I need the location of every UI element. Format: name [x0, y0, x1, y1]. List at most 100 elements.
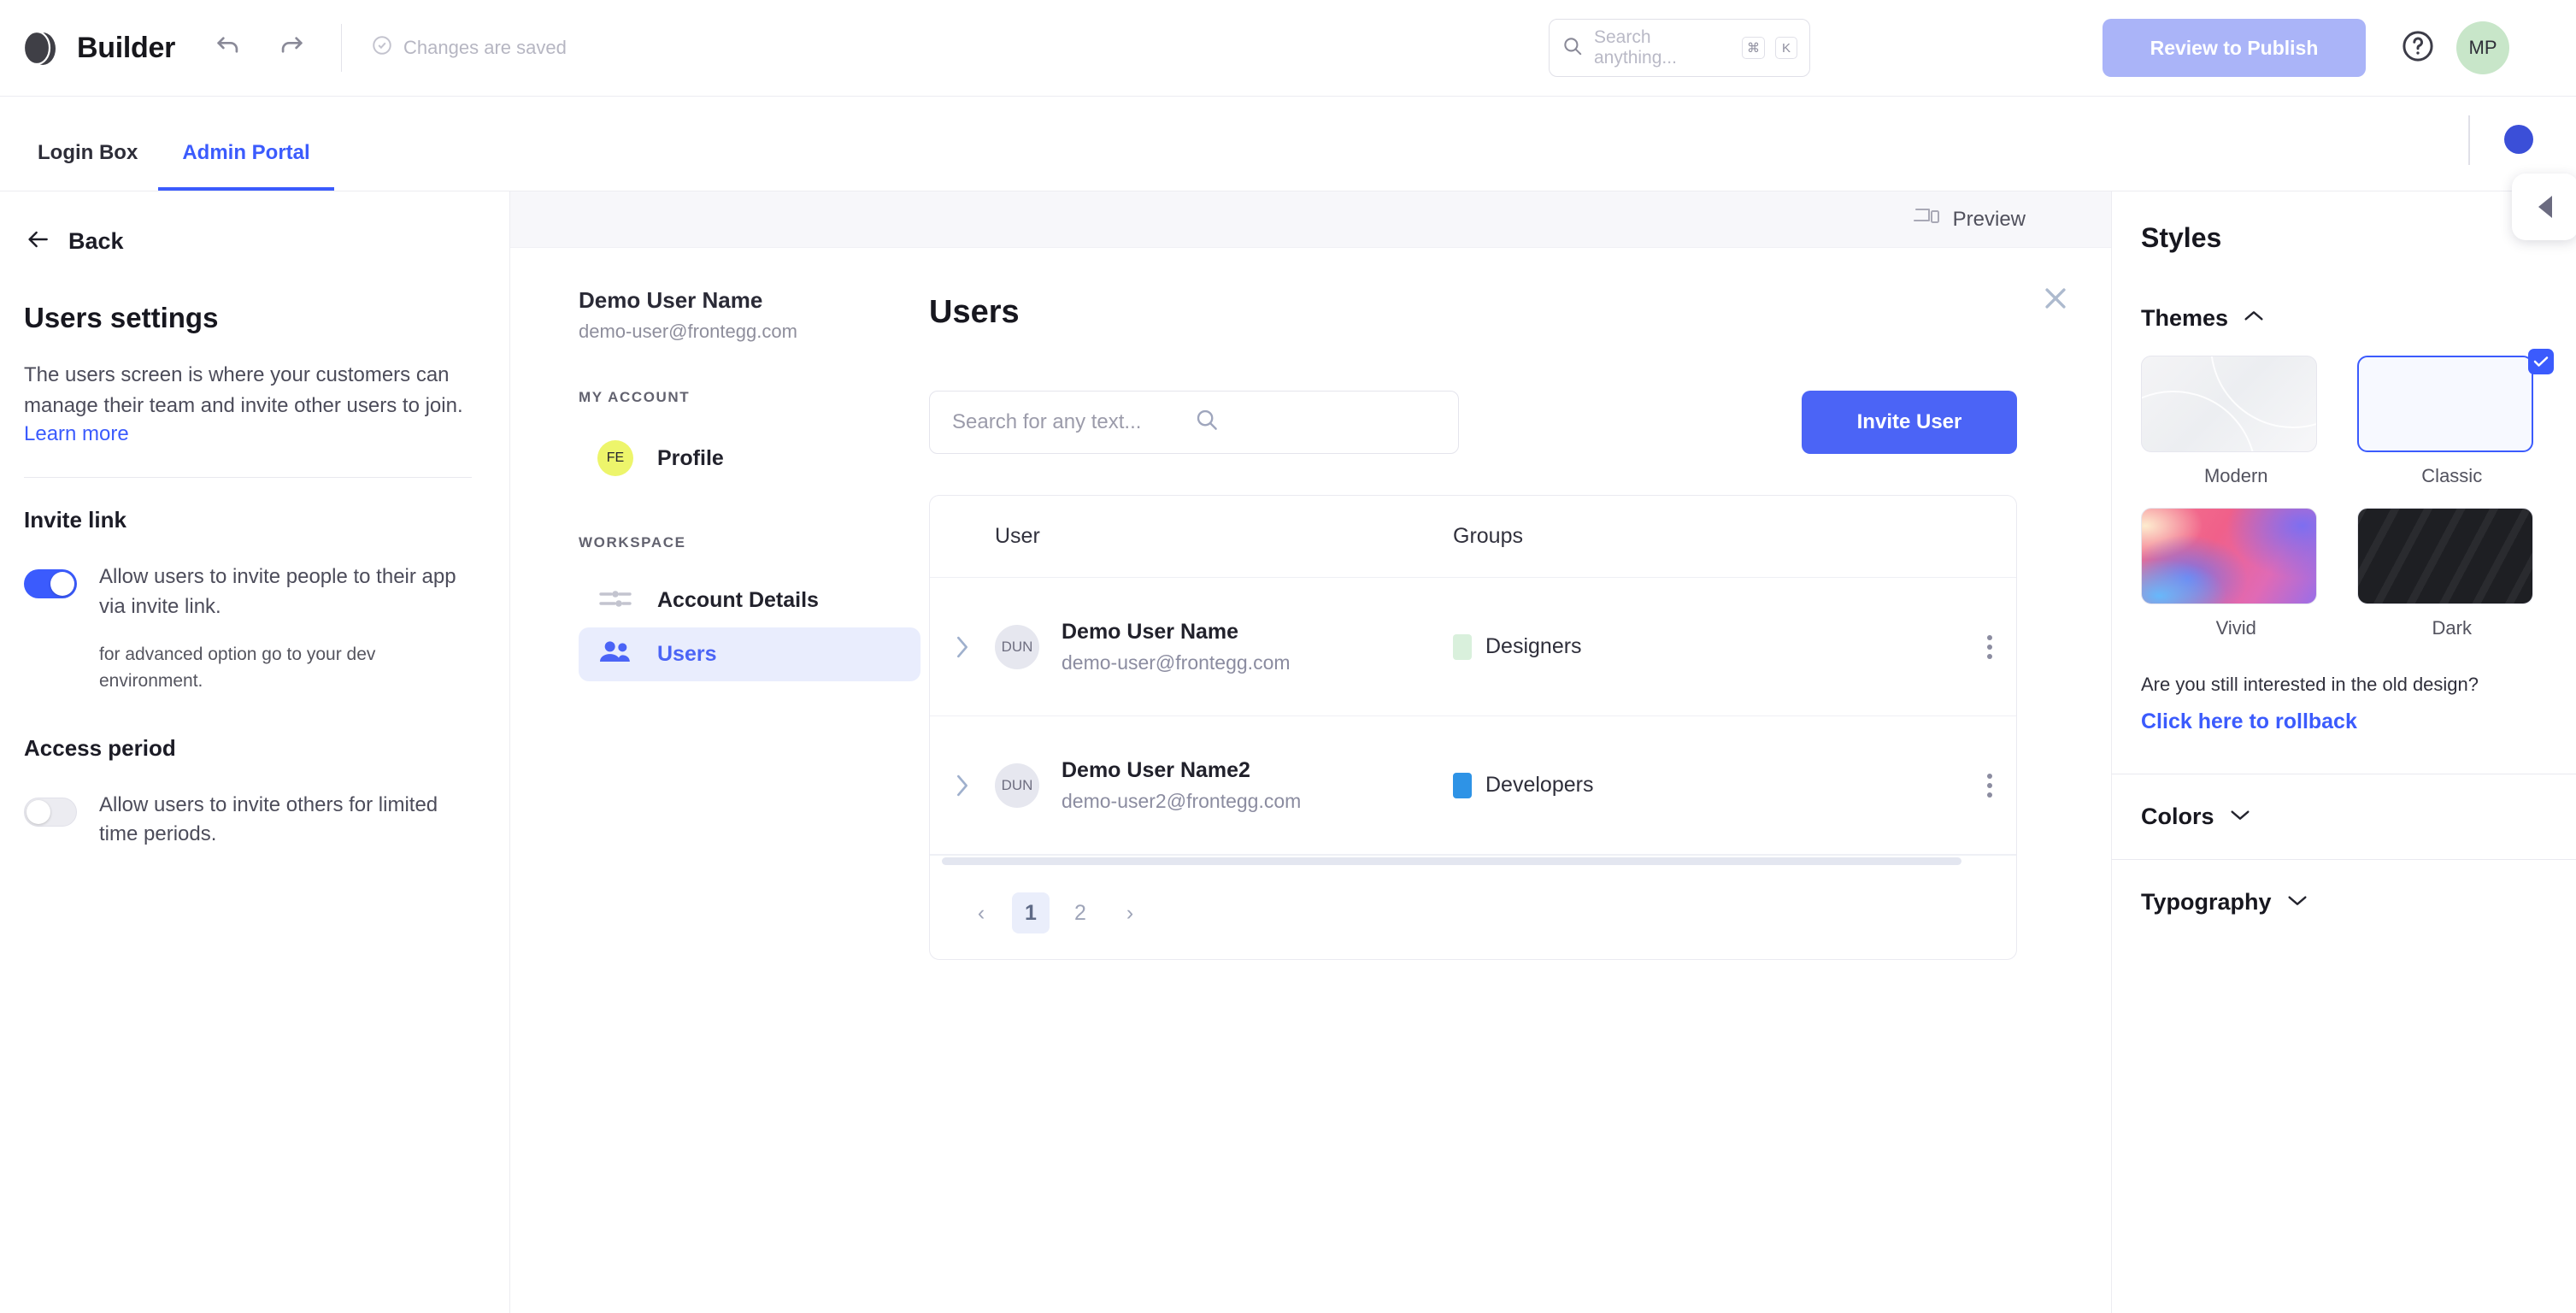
column-header-user: User [995, 524, 1040, 548]
themes-section: Themes Modern Classic Vivid Dark Are you… [2112, 305, 2576, 734]
history-controls [211, 31, 309, 65]
table-row[interactable]: DUN Demo User Name demo-user@frontegg.co… [930, 578, 2016, 716]
close-icon[interactable] [2041, 284, 2070, 317]
preview-button[interactable]: Preview [1913, 206, 2026, 233]
access-period-section-title: Access period [24, 734, 176, 761]
rollback-link[interactable]: Click here to rollback [2141, 709, 2547, 734]
invite-link-section-title: Invite link [24, 506, 126, 533]
triangle-left-icon [2538, 196, 2552, 218]
row-group-name: Designers [1485, 634, 1582, 658]
learn-more-link[interactable]: Learn more [24, 422, 129, 446]
colors-section-header[interactable]: Colors [2141, 804, 2547, 830]
brand-title: Builder [77, 31, 176, 64]
table-header-row: User Groups [930, 496, 2016, 578]
chevron-down-icon[interactable] [2287, 893, 2308, 911]
typography-section-header[interactable]: Typography [2141, 889, 2547, 916]
kbd-k: K [1775, 37, 1797, 59]
ap-search-input[interactable]: Search for any text... [929, 391, 1459, 454]
preview-canvas-area: Preview Demo User Name demo-user@fronteg… [510, 191, 2111, 1313]
pagination-page-1[interactable]: 1 [1012, 892, 1050, 933]
chevron-up-icon[interactable] [2244, 309, 2264, 327]
theme-grid: Modern Classic Vivid Dark [2141, 349, 2554, 639]
main-area: Back Users settings The users screen is … [0, 191, 2576, 1313]
pagination-prev[interactable]: ‹ [962, 892, 1000, 933]
users-icon [597, 639, 633, 669]
ap-toolbar: Search for any text... Invite User [929, 391, 2017, 454]
preview-label: Preview [1952, 207, 2026, 231]
ap-page-title: Users [929, 294, 1020, 330]
kbd-command: ⌘ [1742, 37, 1765, 59]
top-bar: Builder Changes are saved Search anythin… [0, 0, 2576, 97]
tab-bar: Login Box Admin Portal [0, 97, 2576, 240]
pagination-page-2[interactable]: 2 [1062, 892, 1099, 933]
table-row[interactable]: DUN Demo User Name2 demo-user2@frontegg.… [930, 716, 2016, 855]
theme-card-modern[interactable]: Modern [2141, 356, 2332, 487]
table-horizontal-scrollbar[interactable] [930, 855, 2016, 867]
chevron-down-icon[interactable] [2230, 808, 2250, 826]
save-status: Changes are saved [371, 34, 567, 62]
tab-login-box[interactable]: Login Box [38, 141, 138, 191]
profile-avatar-icon: FE [597, 440, 633, 476]
ap-group-workspace-label: WORKSPACE [579, 534, 686, 551]
undo-icon[interactable] [211, 31, 245, 65]
row-avatar: DUN [995, 762, 1039, 808]
theme-thumbnail-vivid [2141, 508, 2317, 604]
pagination-next[interactable]: › [1111, 892, 1149, 933]
theme-card-dark[interactable]: Dark [2356, 508, 2548, 639]
back-label: Back [68, 228, 124, 254]
row-user-email: demo-user2@frontegg.com [1062, 789, 1302, 812]
invite-link-toggle[interactable] [24, 568, 77, 598]
colors-section: Colors [2112, 804, 2576, 830]
admin-portal-preview: Demo User Name demo-user@frontegg.com MY… [510, 248, 2111, 1313]
theme-selected-check-icon [2528, 349, 2554, 374]
sliders-icon [597, 586, 633, 615]
search-input-placeholder[interactable]: Search anything... [1594, 27, 1732, 68]
users-table: User Groups DUN Demo User Name demo-user… [929, 495, 2017, 960]
themes-title: Themes [2141, 305, 2229, 331]
save-status-text: Changes are saved [403, 37, 567, 58]
devices-icon [1913, 206, 1941, 233]
question-circle-icon[interactable] [2400, 28, 2436, 68]
back-button[interactable]: Back [24, 226, 472, 257]
theme-thumbnail-classic [2356, 356, 2533, 452]
collapse-panel-button[interactable] [2512, 174, 2576, 240]
theme-thumbnail-dark [2356, 508, 2533, 604]
ap-nav-item-account-details[interactable]: Account Details [579, 574, 920, 627]
themes-section-header[interactable]: Themes [2141, 305, 2547, 332]
expand-row-chevron-icon[interactable] [930, 635, 995, 659]
search-icon [1561, 35, 1584, 62]
row-actions-menu-icon[interactable] [1987, 634, 1992, 659]
row-user-name: Demo User Name [1062, 619, 1239, 644]
tabbar-divider [2468, 115, 2470, 165]
access-period-toggle-label: Allow users to invite others for limited… [99, 792, 438, 846]
frontegg-egg-icon [21, 28, 58, 68]
tab-admin-portal[interactable]: Admin Portal [158, 141, 334, 191]
settings-panel: Back Users settings The users screen is … [0, 191, 510, 1313]
scrollbar-thumb[interactable] [942, 857, 1962, 865]
invite-user-button[interactable]: Invite User [1802, 391, 2017, 454]
invite-link-toggle-label: Allow users to invite people to their ap… [99, 564, 456, 618]
app-logo[interactable]: Builder [21, 28, 175, 68]
expand-row-chevron-icon[interactable] [930, 774, 995, 798]
arrow-left-icon [24, 226, 51, 257]
redo-icon[interactable] [274, 31, 309, 65]
toolbar-divider [341, 24, 343, 72]
rollback-question: Are you still interested in the old desi… [2141, 674, 2479, 695]
theme-card-classic[interactable]: Classic [2356, 349, 2554, 487]
row-actions-menu-icon[interactable] [1987, 773, 1992, 798]
global-search[interactable]: Search anything... ⌘ K [1549, 19, 1810, 77]
row-user-name: Demo User Name2 [1062, 757, 1250, 782]
pagination: ‹ 1 2 › [930, 867, 2016, 959]
column-header-groups: Groups [1453, 524, 1523, 548]
ap-user-email: demo-user@frontegg.com [579, 321, 797, 342]
theme-card-vivid[interactable]: Vivid [2141, 508, 2332, 639]
access-period-toggle[interactable] [24, 797, 77, 827]
search-icon [1194, 407, 1436, 439]
hidden-blue-badge[interactable] [2504, 125, 2533, 154]
ap-nav-label-profile: Profile [657, 445, 724, 470]
theme-name-dark: Dark [2432, 617, 2472, 639]
ap-nav-item-users[interactable]: Users [579, 627, 920, 681]
review-to-publish-button[interactable]: Review to Publish [2103, 19, 2366, 77]
user-avatar[interactable]: MP [2456, 21, 2509, 74]
ap-nav-item-profile[interactable]: FE Profile [579, 428, 920, 488]
